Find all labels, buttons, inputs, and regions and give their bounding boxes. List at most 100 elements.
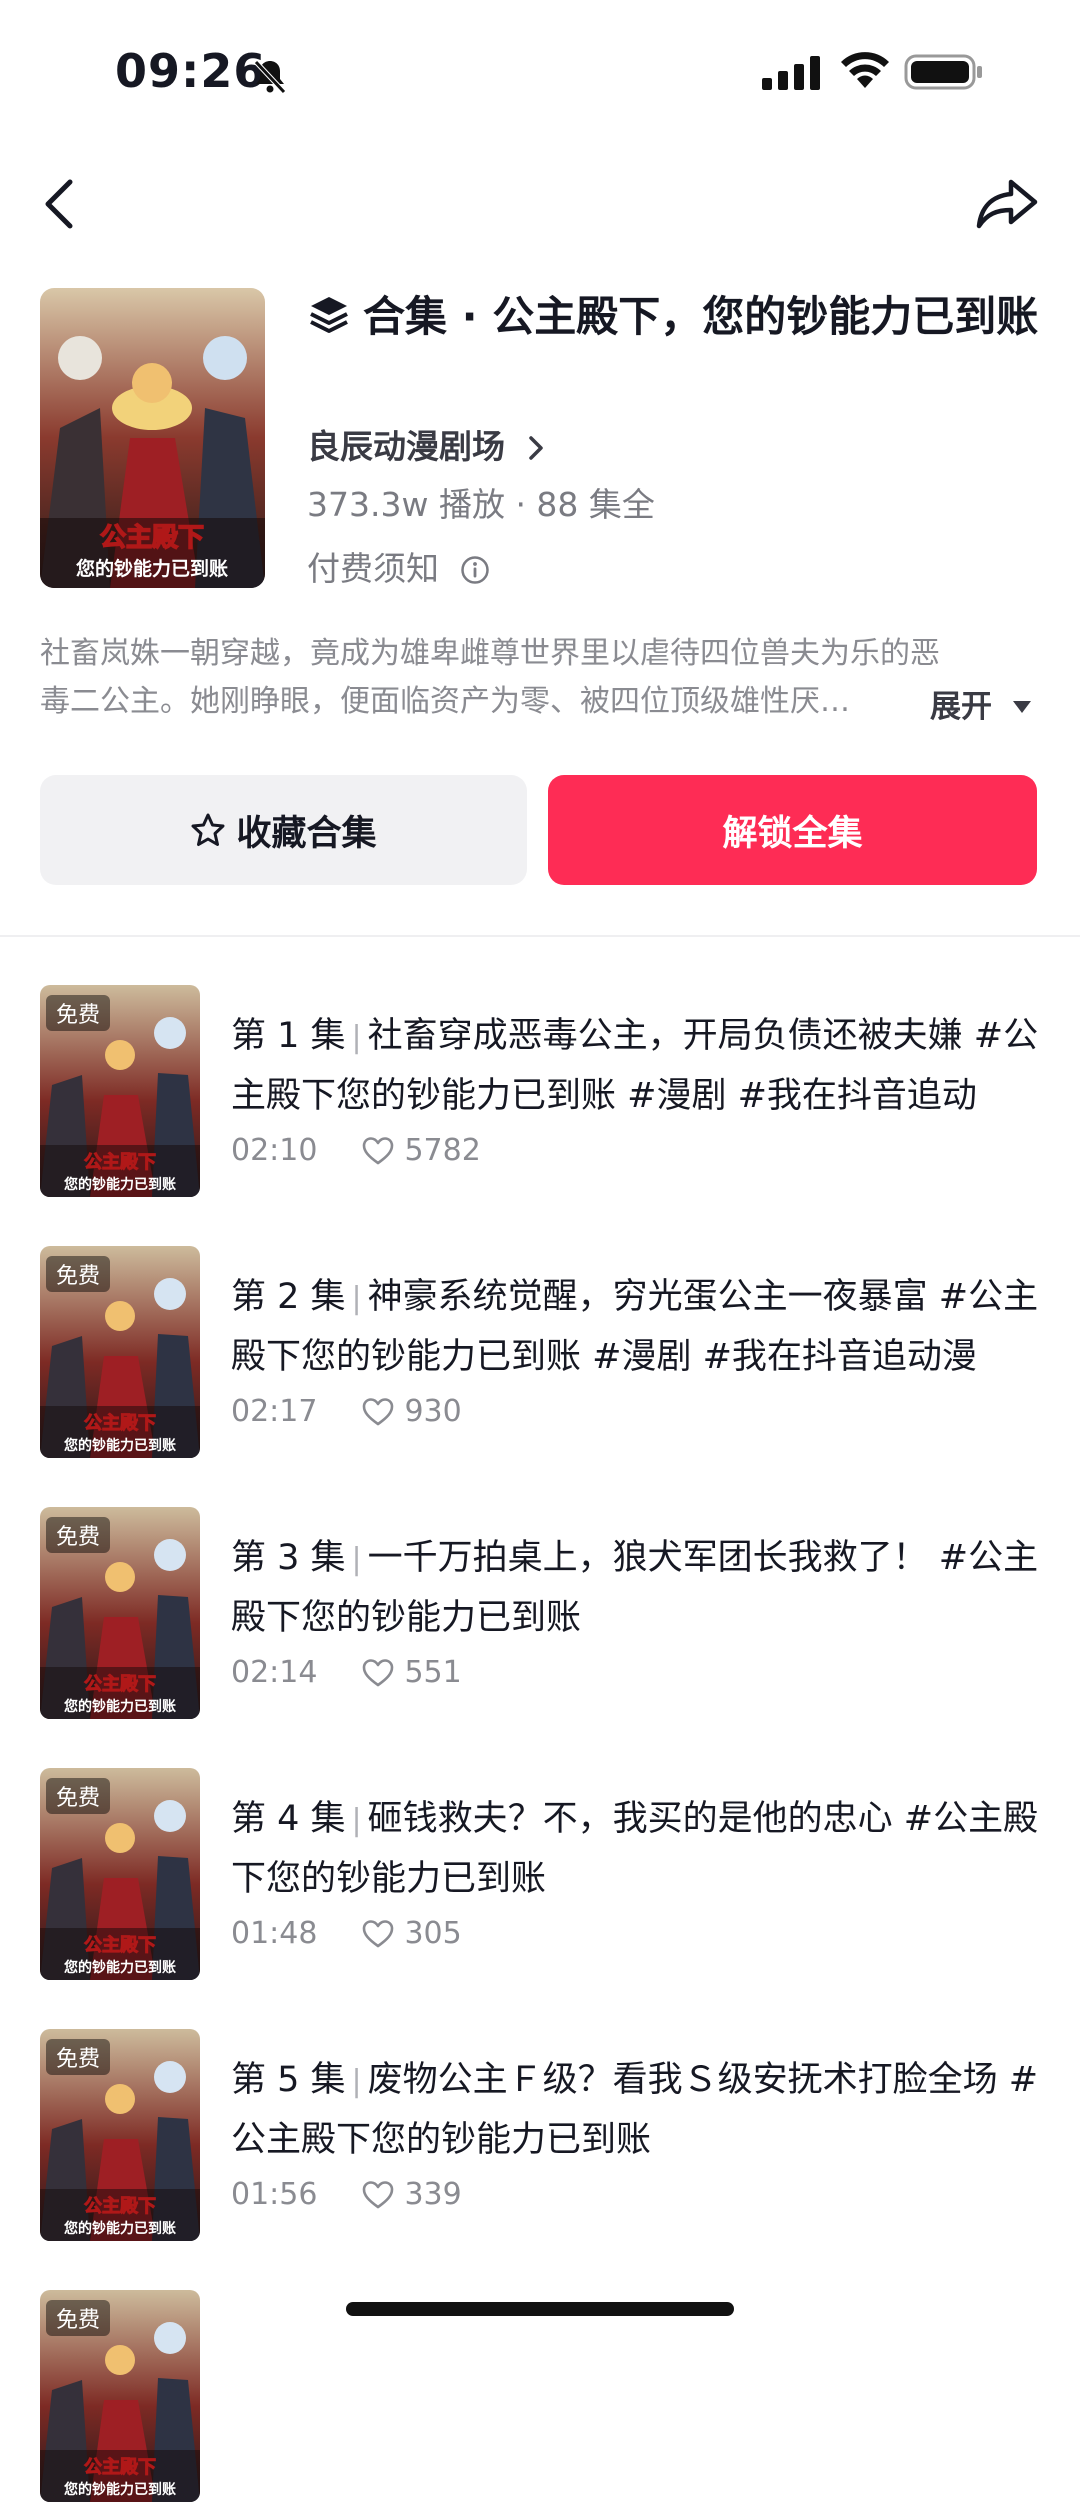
thumb-title-line2: 您的钞能力已到账 <box>64 1959 176 1976</box>
caret-down-icon <box>1012 701 1031 713</box>
status-time: 09:26 <box>115 44 267 98</box>
collection-description: 社畜岚姝一朝穿越，竟成为雄卑雌尊世界里以虐待四位兽夫为乐的恶 毒二公主。她刚睁眼… <box>40 630 1040 726</box>
channel-link[interactable]: 良辰动漫剧场 <box>307 420 545 468</box>
free-badge: 免费 <box>46 1256 111 1292</box>
episode-duration: 01:48 <box>231 1916 318 1951</box>
description-line-2: 毒二公主。她刚睁眼，便面临资产为零、被四位顶级雄性厌… <box>40 684 850 719</box>
favorite-label: 收藏合集 <box>236 813 377 854</box>
episode-number: 第 2 集 <box>231 1277 346 1317</box>
heart-icon <box>363 1919 394 1947</box>
thumb-title-line1: 公主殿下 <box>84 1151 156 1173</box>
episode-duration: 02:10 <box>231 1133 318 1168</box>
free-badge: 免费 <box>46 995 111 1031</box>
episode-thumbnail[interactable]: 公主殿下 您的钞能力已到账 免费 <box>40 2029 200 2241</box>
episode-meta: 02:14 551 <box>231 1655 462 1690</box>
episode-meta: 01:56 339 <box>231 2177 462 2212</box>
status-bar: 09:26 <box>0 0 1080 140</box>
thumb-title-line2: 您的钞能力已到账 <box>64 2481 176 2498</box>
star-outline-icon <box>191 813 225 846</box>
thumb-title-line2: 您的钞能力已到账 <box>64 1698 176 1715</box>
episode-likes: 305 <box>404 1916 462 1951</box>
heart-icon <box>363 2180 394 2208</box>
title-separator: | <box>351 1020 362 1055</box>
episode-meta: 01:48 305 <box>231 1916 462 1951</box>
heart-icon <box>363 1136 394 1164</box>
free-badge: 免费 <box>46 2300 111 2336</box>
title-separator: | <box>351 1803 362 1838</box>
payment-notice-link[interactable]: 付费须知 <box>307 542 490 590</box>
home-indicator[interactable] <box>346 2302 734 2316</box>
thumb-title-line1: 公主殿下 <box>84 2456 156 2478</box>
bell-muted-icon <box>254 60 286 94</box>
collection-title: 合集 · 公主殿下，您的钞能力已到账 <box>363 292 1039 341</box>
collection-cover-image[interactable]: 公主殿下 您的钞能力已到账 <box>40 288 265 588</box>
episode-likes: 339 <box>404 2177 462 2212</box>
episode-title[interactable]: 第 4 集 | 砸钱救夫？不，我买的是他的忠心 #公主殿下您的钞能力已到账 <box>231 1790 1051 1908</box>
episode-duration: 01:56 <box>231 2177 318 2212</box>
layers-icon <box>310 297 348 333</box>
thumb-title-line1: 公主殿下 <box>84 1412 156 1434</box>
share-button[interactable] <box>975 176 1039 230</box>
thumb-title-line2: 您的钞能力已到账 <box>64 1437 176 1454</box>
episode-row[interactable]: 公主殿下 您的钞能力已到账 免费 <box>0 2290 1080 2520</box>
expand-description-button[interactable]: 展开 <box>930 681 1033 726</box>
info-icon <box>460 556 489 584</box>
episode-likes: 551 <box>404 1655 462 1690</box>
cellular-signal-icon <box>762 56 820 90</box>
thumb-title-line1: 公主殿下 <box>84 1673 156 1695</box>
thumb-title-line1: 公主殿下 <box>84 1934 156 1956</box>
section-divider <box>0 935 1080 937</box>
unlock-label: 解锁全集 <box>722 813 863 854</box>
episode-thumbnail[interactable]: 公主殿下 您的钞能力已到账 免费 <box>40 985 200 1197</box>
free-badge: 免费 <box>46 1517 111 1553</box>
episode-likes: 5782 <box>404 1133 481 1168</box>
payment-notice-label: 付费须知 <box>307 549 439 588</box>
heart-icon <box>363 1658 394 1686</box>
episode-duration: 02:17 <box>231 1394 318 1429</box>
episode-title[interactable]: 第 1 集 | 社畜穿成恶毒公主，开局负债还被夫嫌 #公主殿下您的钞能力已到账 #漫… <box>231 1007 1051 1125</box>
favorite-collection-button[interactable]: 收藏合集 <box>40 775 527 885</box>
episode-likes: 930 <box>404 1394 462 1429</box>
episode-number: 第 3 集 <box>231 1538 346 1578</box>
episode-thumbnail[interactable]: 公主殿下 您的钞能力已到账 免费 <box>40 1768 200 1980</box>
cover-illustration: 公主殿下 您的钞能力已到账 <box>40 288 265 588</box>
channel-name: 良辰动漫剧场 <box>307 427 505 466</box>
heart-icon <box>363 1397 394 1425</box>
battery-icon <box>904 54 982 90</box>
collection-stats: 373.3w 播放 · 88 集全 <box>307 485 655 524</box>
back-button[interactable] <box>40 178 80 230</box>
thumb-title-line1: 公主殿下 <box>84 2195 156 2217</box>
free-badge: 免费 <box>46 1778 111 1814</box>
episode-meta: 02:17 930 <box>231 1394 462 1429</box>
episode-title[interactable]: 第 2 集 | 神豪系统觉醒，穷光蛋公主一夜暴富 #公主殿下您的钞能力已到账 #漫剧… <box>231 1268 1051 1386</box>
episode-number: 第 1 集 <box>231 1016 346 1056</box>
episode-title[interactable]: 第 3 集 | 一千万拍桌上，狼犬军团长我救了！ #公主殿下您的钞能力已到账 <box>231 1529 1051 1647</box>
episode-number: 第 5 集 <box>231 2060 346 2100</box>
expand-label: 展开 <box>930 689 992 725</box>
episode-thumbnail[interactable]: 公主殿下 您的钞能力已到账 免费 <box>40 2290 200 2502</box>
episode-title[interactable]: 第 5 集 | 废物公主Ｆ级？看我Ｓ级安抚术打脸全场 #公主殿下您的钞能力已到账 <box>231 2051 1051 2169</box>
thumb-title-line2: 您的钞能力已到账 <box>64 1176 176 1193</box>
episode-number: 第 4 集 <box>231 1799 346 1839</box>
collection-title-row: 合集 · 公主殿下，您的钞能力已到账 <box>307 286 1047 348</box>
episode-row[interactable]: 公主殿下 您的钞能力已到账 免费 第 3 集 | 一千万拍桌上，狼犬军团长我救了！ … <box>0 1507 1080 1737</box>
title-separator: | <box>351 1542 362 1577</box>
episode-row[interactable]: 公主殿下 您的钞能力已到账 免费 第 1 集 | 社畜穿成恶毒公主，开局负债还被夫嫌… <box>0 985 1080 1215</box>
episode-row[interactable]: 公主殿下 您的钞能力已到账 免费 第 5 集 | 废物公主Ｆ级？看我Ｓ级安抚术打脸全… <box>0 2029 1080 2259</box>
chevron-right-icon <box>528 436 543 460</box>
free-badge: 免费 <box>46 2039 111 2075</box>
episode-duration: 02:14 <box>231 1655 318 1690</box>
wifi-icon <box>841 52 889 88</box>
title-separator: | <box>351 1281 362 1316</box>
cover-title-line1: 公主殿下 <box>100 523 204 553</box>
unlock-all-button[interactable]: 解锁全集 <box>548 775 1037 885</box>
episode-meta: 02:10 5782 <box>231 1133 481 1168</box>
thumb-title-line2: 您的钞能力已到账 <box>64 2220 176 2237</box>
episode-thumbnail[interactable]: 公主殿下 您的钞能力已到账 免费 <box>40 1507 200 1719</box>
description-line-1: 社畜岚姝一朝穿越，竟成为雄卑雌尊世界里以虐待四位兽夫为乐的恶 <box>40 636 940 671</box>
episode-row[interactable]: 公主殿下 您的钞能力已到账 免费 第 4 集 | 砸钱救夫？不，我买的是他的忠心 #… <box>0 1768 1080 1998</box>
cover-title-line2: 您的钞能力已到账 <box>76 557 228 580</box>
title-separator: | <box>351 2064 362 2099</box>
episode-row[interactable]: 公主殿下 您的钞能力已到账 免费 第 2 集 | 神豪系统觉醒，穷光蛋公主一夜暴富 … <box>0 1246 1080 1476</box>
episode-thumbnail[interactable]: 公主殿下 您的钞能力已到账 免费 <box>40 1246 200 1458</box>
